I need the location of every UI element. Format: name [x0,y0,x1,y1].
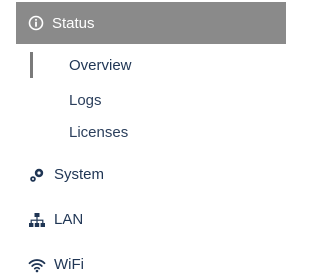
sidebar-item-lan[interactable]: LAN [28,211,83,228]
sidebar-item-system[interactable]: System [28,166,104,183]
network-tree-icon [28,212,46,228]
sidebar-item-wifi[interactable]: WiFi [28,256,84,273]
sidebar-nav: Status Overview Logs Licenses System LAN… [0,0,286,278]
sidebar-subitem-licenses[interactable]: Licenses [30,116,286,148]
sidebar-subitem-overview[interactable]: Overview [30,52,286,78]
sidebar-subitem-label: Logs [69,91,102,109]
sidebar-item-label: WiFi [54,256,84,273]
wifi-icon [28,257,46,273]
sidebar-subitem-logs[interactable]: Logs [30,84,286,116]
sidebar-item-label: System [54,166,105,183]
info-circle-icon [28,15,44,31]
gears-icon [28,167,46,183]
sidebar-item-label: LAN [54,211,84,228]
sidebar-subitem-label: Overview [69,56,132,74]
sidebar-item-label: Status [52,14,95,32]
status-submenu: Overview Logs Licenses [30,52,286,148]
sidebar-subitem-label: Licenses [69,123,129,141]
sidebar-item-status[interactable]: Status [16,2,286,44]
